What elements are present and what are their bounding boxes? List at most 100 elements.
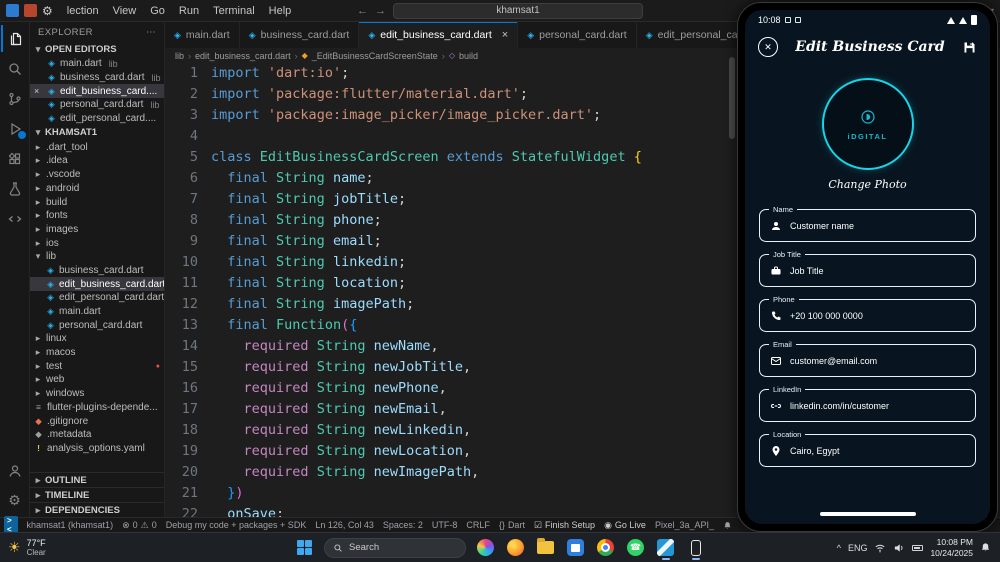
tab-main.dart[interactable]: ◈ main.dart (165, 22, 240, 48)
file-analysis_options.yaml[interactable]: ! analysis_options.yaml (30, 442, 164, 456)
remote-name[interactable]: khamsat1 (khamsat1) (27, 520, 114, 530)
language-indicator[interactable]: ENG (848, 543, 868, 553)
file-explorer-app[interactable] (535, 536, 556, 560)
eol-sequence[interactable]: CRLF (466, 520, 490, 530)
taskbar-search[interactable]: Search (324, 537, 466, 558)
speaker-icon[interactable] (893, 542, 905, 554)
explorer-icon[interactable] (0, 25, 29, 52)
run-debug-icon[interactable] (1, 115, 29, 142)
project-section-header[interactable]: ▾ KHAMSAT1 (30, 125, 164, 140)
section-outline[interactable]: ▸ OUTLINE (30, 472, 164, 487)
notification-bell-icon[interactable] (980, 542, 991, 553)
profile-photo[interactable]: iDGITAL (821, 78, 914, 170)
menu-go[interactable]: Go (144, 3, 171, 19)
weather-widget[interactable]: ☀ 77°F Clear (0, 538, 46, 558)
folder-lib[interactable]: ▾ lib (30, 250, 164, 264)
search-icon[interactable] (1, 55, 29, 82)
firefox-app[interactable] (505, 536, 526, 560)
go-live-button[interactable]: ◉ Go Live (604, 520, 646, 531)
file-edit_business_card.dart[interactable]: ◈ edit_business_card.dart (30, 277, 164, 291)
breadcrumb-item[interactable]: edit_business_card.dart (195, 51, 291, 61)
chrome-app[interactable] (595, 536, 616, 560)
battery-icon[interactable] (912, 544, 924, 551)
folder-linux[interactable]: ▸ linux (30, 332, 164, 346)
close-editor-icon[interactable]: × (34, 86, 43, 96)
cursor-position[interactable]: Ln 126, Col 43 (315, 520, 374, 530)
back-icon[interactable]: ← (357, 5, 368, 17)
folder-.vscode[interactable]: ▸ .vscode (30, 168, 164, 182)
whatsapp-app[interactable]: ☎ (625, 536, 646, 560)
open-editor-item[interactable]: ◈ edit_personal_card.... (30, 112, 164, 126)
close-tab-icon[interactable]: × (502, 29, 508, 41)
indentation[interactable]: Spaces: 2 (383, 520, 423, 530)
close-button[interactable]: ✕ (758, 37, 778, 57)
copilot-app[interactable] (475, 536, 496, 560)
menu-terminal[interactable]: Terminal (207, 3, 261, 19)
tab-personal_card.dart[interactable]: ◈ personal_card.dart (518, 22, 637, 48)
file-flutter-plugins-depende...[interactable]: ≡ flutter-plugins-depende... (30, 401, 164, 415)
explorer-actions-icon[interactable]: ⋯ (146, 27, 156, 38)
breadcrumb-item[interactable]: build (459, 51, 478, 61)
emulator-phone-app[interactable] (685, 536, 706, 560)
open-editor-item[interactable]: ◈ business_card.dart lib (30, 71, 164, 85)
start-button[interactable] (294, 536, 315, 560)
folder-.dart_tool[interactable]: ▸ .dart_tool (30, 140, 164, 154)
store-app[interactable] (565, 536, 586, 560)
open-editors-header[interactable]: ▾ OPEN EDITORS (30, 42, 164, 57)
app-icon[interactable] (6, 4, 19, 17)
section-dependencies[interactable]: ▸ DEPENDENCIES (30, 502, 164, 517)
command-search-box[interactable]: khamsat1 (393, 2, 643, 19)
file-main.dart[interactable]: ◈ main.dart (30, 305, 164, 319)
folder-windows[interactable]: ▸ windows (30, 387, 164, 401)
clock[interactable]: 10:08 PM 10/24/2025 (930, 537, 973, 558)
section-timeline[interactable]: ▸ TIMELINE (30, 487, 164, 502)
folder-ios[interactable]: ▸ ios (30, 236, 164, 250)
remote-explorer-icon[interactable] (1, 205, 29, 232)
settings-gear-icon[interactable]: ⚙ (1, 487, 29, 514)
input-field-job-title[interactable]: Job Title Job Title (759, 249, 976, 287)
menu-view[interactable]: View (107, 3, 143, 19)
problems-indicator[interactable]: ⊗ 0 ⚠ 0 (122, 520, 157, 531)
recorder-icon[interactable] (24, 4, 37, 17)
folder-fonts[interactable]: ▸ fonts (30, 209, 164, 223)
save-button[interactable] (962, 40, 977, 55)
folder-web[interactable]: ▸ web (30, 373, 164, 387)
file-.gitignore[interactable]: ◆ .gitignore (30, 414, 164, 428)
input-field-email[interactable]: Email customer@email.com (759, 339, 976, 377)
tab-edit_business_card.dart[interactable]: ◈ edit_business_card.dart × (359, 22, 519, 48)
file-business_card.dart[interactable]: ◈ business_card.dart (30, 264, 164, 278)
breadcrumb-item[interactable]: lib (175, 51, 184, 61)
open-editor-item[interactable]: ◈ personal_card.dart lib (30, 98, 164, 112)
folder-.idea[interactable]: ▸ .idea (30, 154, 164, 168)
file-personal_card.dart[interactable]: ◈ personal_card.dart (30, 318, 164, 332)
folder-android[interactable]: ▸ android (30, 182, 164, 196)
finish-setup-button[interactable]: ☑ Finish Setup (534, 520, 595, 531)
gear-icon[interactable]: ⚙ (42, 4, 53, 18)
folder-build[interactable]: ▸ build (30, 195, 164, 209)
folder-images[interactable]: ▸ images (30, 223, 164, 237)
forward-icon[interactable]: → (375, 5, 386, 17)
menu-help[interactable]: Help (263, 3, 298, 19)
menu-lection[interactable]: lection (61, 3, 105, 19)
source-control-icon[interactable] (1, 85, 29, 112)
menu-run[interactable]: Run (173, 3, 205, 19)
encoding[interactable]: UTF-8 (432, 520, 458, 530)
folder-test[interactable]: ▸ test ● (30, 359, 164, 373)
scrollbar-thumb[interactable] (729, 57, 735, 139)
file-edit_personal_card.dart[interactable]: ◈ edit_personal_card.dart (30, 291, 164, 305)
input-field-location[interactable]: Location Cairo, Egypt (759, 429, 976, 467)
file-.metadata[interactable]: ◆ .metadata (30, 428, 164, 442)
input-field-phone[interactable]: Phone +20 100 000 0000 (759, 294, 976, 332)
accounts-icon[interactable] (1, 457, 29, 484)
wifi-icon[interactable] (874, 542, 886, 554)
testing-icon[interactable] (1, 175, 29, 202)
notifications-bell-icon[interactable] (723, 521, 732, 530)
folder-macos[interactable]: ▸ macos (30, 346, 164, 360)
open-editor-item[interactable]: × ◈ edit_business_card.... (30, 84, 164, 99)
editor-scrollbar[interactable] (727, 45, 737, 490)
tray-expand-icon[interactable]: ^ (837, 543, 841, 553)
gesture-bar[interactable] (819, 512, 916, 516)
breadcrumb-item[interactable]: _EditBusinessCardScreenState (312, 51, 438, 61)
change-photo-button[interactable]: Change Photo (745, 178, 990, 191)
input-field-linkedin[interactable]: LinkedIn linkedin.com/in/customer (759, 384, 976, 422)
